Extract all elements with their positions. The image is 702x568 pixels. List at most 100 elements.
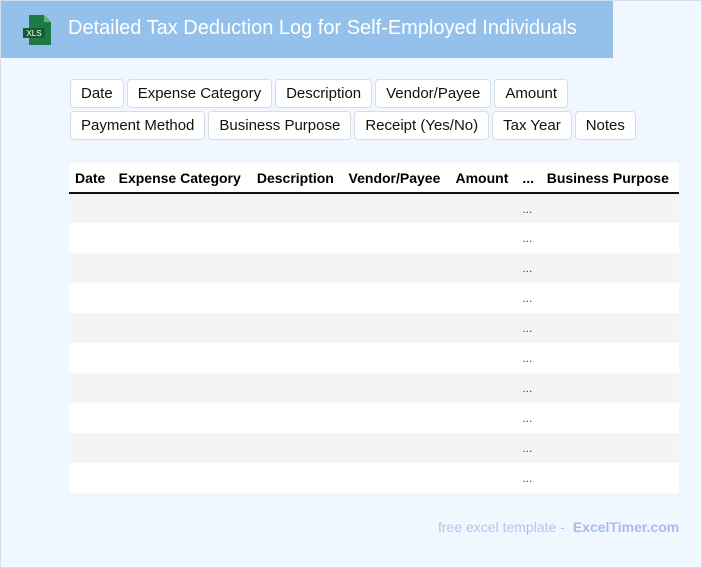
column-header: ...: [516, 163, 541, 194]
table-cell[interactable]: [540, 343, 679, 373]
table-cell[interactable]: [250, 193, 343, 223]
table-cell[interactable]: [69, 463, 113, 493]
table-cell[interactable]: ...: [516, 433, 541, 463]
table-cell[interactable]: [342, 433, 450, 463]
table-cell[interactable]: [112, 373, 251, 403]
table-cell[interactable]: [112, 283, 251, 313]
table-cell[interactable]: [112, 313, 251, 343]
table-cell[interactable]: [449, 373, 517, 403]
table-cell[interactable]: [250, 373, 343, 403]
table-cell[interactable]: [250, 463, 343, 493]
table-cell[interactable]: [250, 283, 343, 313]
column-chip[interactable]: Business Purpose: [208, 111, 352, 140]
column-chip[interactable]: Expense Category: [126, 79, 273, 108]
column-header: Amount: [449, 163, 517, 194]
table-row: ...: [69, 193, 679, 223]
footer-text: free excel template -: [438, 519, 565, 535]
table-cell[interactable]: [112, 193, 251, 223]
table-cell[interactable]: [69, 253, 113, 283]
table-cell[interactable]: ...: [516, 283, 541, 313]
table-cell[interactable]: [540, 463, 679, 493]
table-cell[interactable]: [69, 223, 113, 253]
table-cell[interactable]: [449, 193, 517, 223]
column-chip[interactable]: Description: [275, 79, 373, 108]
column-chip[interactable]: Receipt (Yes/No): [354, 111, 490, 140]
table-cell[interactable]: [540, 283, 679, 313]
xls-file-icon: XLS: [23, 15, 51, 45]
table-cell[interactable]: [112, 463, 251, 493]
column-chip[interactable]: Payment Method: [70, 111, 206, 140]
table-cell[interactable]: [540, 373, 679, 403]
table-cell[interactable]: [342, 313, 450, 343]
table-cell[interactable]: [449, 223, 517, 253]
table-cell[interactable]: [250, 313, 343, 343]
table-cell[interactable]: ...: [516, 223, 541, 253]
table-cell[interactable]: [112, 223, 251, 253]
table-cell[interactable]: [69, 373, 113, 403]
table-row: ...: [69, 433, 679, 463]
table-cell[interactable]: [342, 373, 450, 403]
table-cell[interactable]: [342, 283, 450, 313]
table-cell[interactable]: [69, 313, 113, 343]
table-cell[interactable]: [250, 433, 343, 463]
table-cell[interactable]: [449, 253, 517, 283]
table-cell[interactable]: [449, 313, 517, 343]
table-cell[interactable]: [112, 433, 251, 463]
brand-link[interactable]: ExcelTimer.com: [573, 519, 679, 535]
table-cell[interactable]: [540, 433, 679, 463]
column-chip[interactable]: Tax Year: [492, 111, 572, 140]
table-cell[interactable]: [112, 343, 251, 373]
column-header: Business Purpose: [540, 163, 679, 194]
column-chip[interactable]: Amount: [494, 79, 569, 108]
table-cell[interactable]: [250, 343, 343, 373]
column-chip[interactable]: Date: [70, 79, 124, 108]
table-cell[interactable]: [69, 403, 113, 433]
table-cell[interactable]: ...: [516, 193, 541, 223]
page-title: Detailed Tax Deduction Log for Self-Empl…: [68, 17, 577, 39]
table-cell[interactable]: [540, 253, 679, 283]
table-cell[interactable]: [69, 283, 113, 313]
table-cell[interactable]: [540, 403, 679, 433]
table-cell[interactable]: ...: [516, 463, 541, 493]
table-cell[interactable]: [540, 223, 679, 253]
column-header: Description: [250, 163, 343, 194]
table-cell[interactable]: [342, 223, 450, 253]
table-cell[interactable]: [250, 223, 343, 253]
table-row: ...: [69, 403, 679, 433]
table-cell[interactable]: [342, 463, 450, 493]
table-cell[interactable]: [449, 403, 517, 433]
table-cell[interactable]: [112, 403, 251, 433]
table-cell[interactable]: [69, 433, 113, 463]
table-cell[interactable]: [449, 283, 517, 313]
table-cell[interactable]: ...: [516, 403, 541, 433]
table-cell[interactable]: [69, 343, 113, 373]
table-cell[interactable]: [540, 193, 679, 223]
header-banner: XLS Detailed Tax Deduction Log for Self-…: [1, 1, 613, 58]
deduction-table: Date Expense Category Description Vendor/Pa…: [69, 163, 679, 493]
svg-text:XLS: XLS: [26, 29, 41, 38]
table-cell[interactable]: [342, 193, 450, 223]
table-row: ...: [69, 283, 679, 313]
table-cell[interactable]: [69, 193, 113, 223]
table-cell[interactable]: [342, 403, 450, 433]
table-cell[interactable]: [540, 313, 679, 343]
table-cell[interactable]: [250, 253, 343, 283]
table-row: ...: [69, 463, 679, 493]
table-cell[interactable]: [342, 343, 450, 373]
table-cell[interactable]: ...: [516, 373, 541, 403]
table-cell[interactable]: [449, 433, 517, 463]
table-cell[interactable]: ...: [516, 343, 541, 373]
table-cell[interactable]: [112, 253, 251, 283]
table-row: ...: [69, 313, 679, 343]
table-cell[interactable]: [449, 463, 517, 493]
column-chip[interactable]: Notes: [574, 111, 636, 140]
table-row: ...: [69, 253, 679, 283]
table-cell[interactable]: [250, 403, 343, 433]
table-cell[interactable]: [449, 343, 517, 373]
table-row: ...: [69, 343, 679, 373]
table-cell[interactable]: [342, 253, 450, 283]
column-chip[interactable]: Vendor/Payee: [375, 79, 492, 108]
table-cell[interactable]: ...: [516, 313, 541, 343]
table-cell[interactable]: ...: [516, 253, 541, 283]
column-header: Date: [69, 163, 113, 194]
